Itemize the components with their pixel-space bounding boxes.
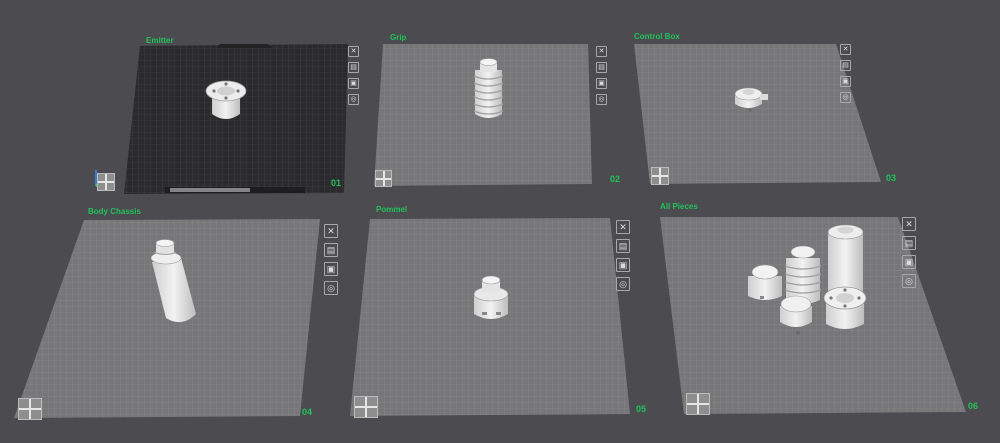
- lock-icon[interactable]: ▣: [902, 255, 916, 269]
- plate-toolbar-6: ✕ ▤ ▣ ◎: [902, 217, 916, 288]
- close-icon[interactable]: ✕: [324, 224, 338, 238]
- plate-toolbar-1: ✕ ▤ ▣ ◎: [348, 46, 359, 105]
- lock-icon[interactable]: ▣: [616, 258, 630, 272]
- settings-icon[interactable]: ◎: [596, 94, 607, 105]
- plate-label-1[interactable]: Emitter: [146, 36, 174, 45]
- arrange-icon[interactable]: ▤: [616, 239, 630, 253]
- settings-icon[interactable]: ◎: [324, 281, 338, 295]
- close-icon[interactable]: ✕: [840, 44, 851, 55]
- plate-number-6: 06: [968, 401, 979, 411]
- close-icon[interactable]: ✕: [596, 46, 607, 57]
- settings-icon[interactable]: ◎: [840, 92, 851, 103]
- lock-icon[interactable]: ▣: [324, 262, 338, 276]
- plate-number-1: 01: [331, 178, 342, 188]
- plate-1[interactable]: [124, 44, 348, 194]
- arrange-icon[interactable]: ▤: [902, 236, 916, 250]
- arrange-icon[interactable]: ▤: [596, 62, 607, 73]
- plate-grid-icon-6[interactable]: [686, 393, 710, 415]
- plate-label-5[interactable]: Pommel: [376, 205, 407, 214]
- plate-grid-icon-3[interactable]: [651, 167, 669, 185]
- lock-icon[interactable]: ▣: [596, 78, 607, 89]
- plate-toolbar-4: ✕ ▤ ▣ ◎: [324, 224, 338, 295]
- close-icon[interactable]: ✕: [902, 217, 916, 231]
- close-icon[interactable]: ✕: [348, 46, 359, 57]
- plate-label-2[interactable]: Grip: [390, 33, 406, 42]
- plate-number-5: 05: [636, 404, 647, 414]
- plate-label-3[interactable]: Control Box: [634, 32, 680, 41]
- plate-grid-icon-1[interactable]: [97, 173, 115, 191]
- plate-grid-icon-2[interactable]: [375, 170, 392, 187]
- close-icon[interactable]: ✕: [616, 220, 630, 234]
- plate-toolbar-3: ✕ ▤ ▣ ◎: [840, 44, 851, 103]
- model-emitter[interactable]: [205, 80, 247, 119]
- arrange-icon[interactable]: ▤: [840, 60, 851, 71]
- plate-label-4[interactable]: Body Chassis: [88, 207, 141, 216]
- plate-number-3: 03: [886, 173, 897, 183]
- plate-toolbar-2: ✕ ▤ ▣ ◎: [596, 46, 607, 105]
- plate-6[interactable]: [660, 217, 966, 414]
- arrange-icon[interactable]: ▤: [348, 62, 359, 73]
- settings-icon[interactable]: ◎: [348, 94, 359, 105]
- arrange-icon[interactable]: ▤: [324, 243, 338, 257]
- plate-grid-icon-4[interactable]: [18, 398, 42, 420]
- settings-icon[interactable]: ◎: [616, 277, 630, 291]
- lock-icon[interactable]: ▣: [348, 78, 359, 89]
- plate-number-4: 04: [302, 407, 313, 417]
- lock-icon[interactable]: ▣: [840, 76, 851, 87]
- plate-label-6[interactable]: All Pieces: [660, 202, 698, 211]
- settings-icon[interactable]: ◎: [902, 274, 916, 288]
- plate-grid-icon-5[interactable]: [354, 396, 378, 418]
- plate-number-2: 02: [610, 174, 621, 184]
- plate-toolbar-5: ✕ ▤ ▣ ◎: [616, 220, 630, 291]
